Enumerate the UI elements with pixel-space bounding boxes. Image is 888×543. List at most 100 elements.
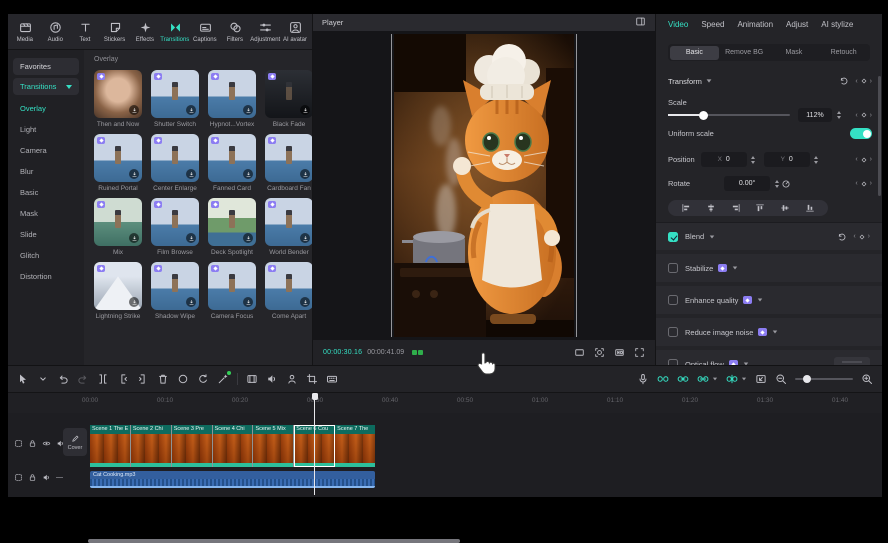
video-track-lock-icon[interactable] — [28, 439, 37, 448]
film-icon[interactable] — [246, 373, 258, 385]
video-clip-5[interactable]: Scene 5 Mix — [253, 425, 294, 467]
toolbar-item-filters[interactable]: Filters — [220, 21, 250, 43]
delete-icon[interactable] — [157, 373, 169, 385]
transition-item-world-bender[interactable]: World Bender — [265, 198, 312, 256]
keyframe-next-icon[interactable]: › — [870, 112, 872, 119]
category-slide[interactable]: Slide — [8, 224, 84, 245]
audio-track-lock-icon[interactable] — [28, 473, 37, 482]
transition-item-hypnot-vortex[interactable]: Hypnot...Vortex — [208, 70, 256, 128]
magnet-icon[interactable] — [657, 373, 669, 385]
subtab-retouch[interactable]: Retouch — [819, 46, 869, 60]
video-clip-2[interactable]: Scene 2 Chi — [131, 425, 172, 467]
zoom-out-icon[interactable] — [775, 373, 787, 385]
quality-icon[interactable] — [614, 347, 625, 358]
download-icon[interactable] — [300, 105, 310, 115]
transition-thumbnail[interactable] — [94, 198, 142, 246]
chevron-down-icon[interactable] — [37, 373, 49, 385]
select-icon[interactable] — [17, 373, 29, 385]
video-track-eye-icon[interactable] — [42, 439, 51, 448]
toolbar-item-audio[interactable]: Audio — [40, 21, 70, 43]
transition-item-mix[interactable]: Mix — [94, 198, 142, 256]
transition-item-shutter-switch[interactable]: Shutter Switch — [151, 70, 199, 128]
subtab-mask[interactable]: Mask — [769, 46, 819, 60]
reset-icon[interactable] — [839, 76, 849, 86]
transition-thumbnail[interactable] — [265, 134, 312, 182]
transition-thumbnail[interactable] — [208, 262, 256, 310]
transition-thumbnail[interactable] — [208, 70, 256, 118]
download-icon[interactable] — [129, 169, 139, 179]
download-icon[interactable] — [186, 169, 196, 179]
fit-icon[interactable] — [755, 373, 767, 385]
inspector-scrollbar[interactable] — [878, 76, 881, 196]
keyframe-diamond-icon[interactable] — [860, 180, 868, 188]
section-caret-icon[interactable] — [733, 267, 738, 270]
scale-slider[interactable] — [668, 114, 790, 116]
keyframe-control[interactable]: ‹› — [855, 111, 872, 119]
keyframe-next-icon[interactable]: › — [868, 233, 870, 240]
uniform-scale-toggle[interactable] — [850, 128, 872, 139]
keyframe-prev-icon[interactable]: ‹ — [855, 112, 857, 119]
keyframe-prev-icon[interactable]: ‹ — [855, 156, 857, 163]
ratio-icon[interactable] — [574, 347, 585, 358]
keyboard-icon[interactable] — [326, 373, 338, 385]
download-icon[interactable] — [300, 169, 310, 179]
toggle-caret-icon[interactable] — [742, 378, 746, 381]
video-clip-3[interactable]: Scene 3 Pre — [172, 425, 213, 467]
transition-thumbnail[interactable] — [151, 70, 199, 118]
cover-button[interactable]: Cover — [63, 428, 87, 456]
keyframe-control[interactable]: ‹› — [855, 180, 872, 188]
transition-item-black-fade[interactable]: Black Fade — [265, 70, 312, 128]
toolbar-item-adjustment[interactable]: Adjustment — [250, 21, 280, 43]
reduce-image-noise-checkbox[interactable] — [668, 327, 678, 337]
audio-track-speaker-icon[interactable] — [42, 473, 51, 482]
transition-thumbnail[interactable] — [208, 134, 256, 182]
transition-item-shadow-wipe[interactable]: Shadow Wipe — [151, 262, 199, 320]
category-glitch[interactable]: Glitch — [8, 245, 84, 266]
transition-item-lightning-strike[interactable]: Lightning Strike — [94, 262, 142, 320]
keyframe-next-icon[interactable]: › — [870, 156, 872, 163]
toggle-caret-icon[interactable] — [713, 378, 717, 381]
scale-slider-handle[interactable] — [699, 111, 708, 120]
favorites-button[interactable]: Favorites — [13, 58, 79, 75]
align-bottom-icon[interactable] — [805, 203, 815, 213]
keyframe-next-icon[interactable]: › — [870, 180, 872, 187]
keyframe-prev-icon[interactable]: ‹ — [855, 78, 857, 85]
video-preview[interactable] — [394, 34, 574, 337]
download-icon[interactable] — [300, 297, 310, 307]
toolbar-item-media[interactable]: Media — [10, 21, 40, 43]
align-right-icon[interactable] — [731, 203, 741, 213]
subtab-basic[interactable]: Basic — [670, 46, 720, 60]
mic-icon[interactable] — [637, 373, 649, 385]
toolbar-item-text[interactable]: Text — [70, 21, 100, 43]
redo-icon[interactable] — [77, 373, 89, 385]
reverse-icon[interactable] — [197, 373, 209, 385]
timeline-zoom-slider[interactable] — [795, 378, 853, 380]
track-color-indicator-icon[interactable] — [412, 350, 423, 355]
keyframe-prev-icon[interactable]: ‹ — [855, 180, 857, 187]
transition-item-deck-spotlight[interactable]: Deck Spotlight — [208, 198, 256, 256]
trim-right-icon[interactable] — [137, 373, 149, 385]
blend-caret-icon[interactable] — [710, 235, 715, 238]
download-icon[interactable] — [243, 169, 253, 179]
download-icon[interactable] — [243, 233, 253, 243]
transition-item-ruined-portal[interactable]: Ruined Portal — [94, 134, 142, 192]
transition-thumbnail[interactable] — [265, 70, 312, 118]
toolbar-item-ai-avatar[interactable]: AI avatar — [280, 21, 310, 43]
reset-icon[interactable] — [837, 232, 847, 242]
player-stage[interactable] — [313, 31, 655, 340]
freeze-icon[interactable] — [177, 373, 189, 385]
fullscreen-icon[interactable] — [634, 347, 645, 358]
download-icon[interactable] — [129, 105, 139, 115]
transition-thumbnail[interactable] — [94, 134, 142, 182]
transition-item-fanned-card[interactable]: Fanned Card — [208, 134, 256, 192]
transition-item-cardboard-fan[interactable]: Cardboard Fan — [265, 134, 312, 192]
category-light[interactable]: Light — [8, 119, 84, 140]
transition-thumbnail[interactable] — [208, 198, 256, 246]
timeline-ruler[interactable]: 00:0000:1000:2000:3000:4000:5001:0001:10… — [8, 393, 882, 413]
download-icon[interactable] — [243, 105, 253, 115]
section-caret-icon[interactable] — [773, 331, 778, 334]
rotate-dial-icon[interactable] — [781, 179, 791, 189]
tab-speed[interactable]: Speed — [701, 20, 724, 29]
transition-thumbnail[interactable] — [151, 262, 199, 310]
keyframe-next-icon[interactable]: › — [870, 78, 872, 85]
